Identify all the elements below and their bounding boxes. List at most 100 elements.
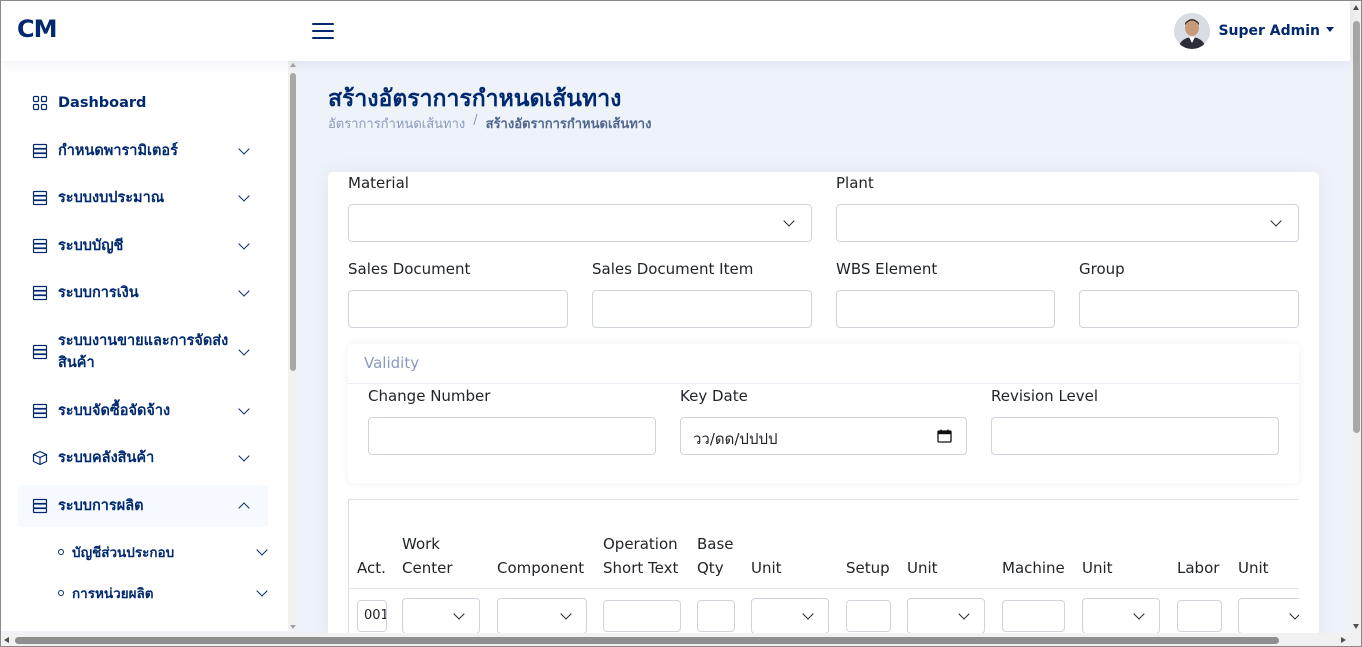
wbs-element-input[interactable] (836, 290, 1055, 328)
chevron-down-icon (1133, 608, 1145, 620)
sidebar-scrollbar[interactable] (288, 61, 298, 631)
chevron-down-icon (238, 143, 250, 155)
act-input[interactable]: 0010 (357, 600, 387, 632)
material-select[interactable] (348, 204, 812, 242)
page-horizontal-scrollbar[interactable] (1, 633, 1361, 646)
page-vertical-scrollbar[interactable] (1350, 1, 1361, 633)
plant-select[interactable] (836, 204, 1299, 242)
scroll-up-icon[interactable] (1353, 5, 1359, 10)
scrollbar-thumb[interactable] (15, 637, 1279, 644)
chevron-down-icon (238, 190, 250, 202)
server-icon (32, 498, 48, 514)
group-input[interactable] (1079, 290, 1299, 328)
sidebar-item-label: Dashboard (58, 95, 147, 111)
wbs-element-label: WBS Element (836, 260, 938, 278)
bullet-icon (58, 549, 64, 555)
sidebar-item-warehouse[interactable]: ระบบคลังสินค้า (18, 446, 268, 470)
scrollbar-thumb[interactable] (290, 73, 296, 371)
machine-input[interactable] (1002, 600, 1065, 632)
sidebar-item-label: ระบบงานขายและการจัดส่งสินค้า (58, 333, 229, 371)
chevron-down-icon (560, 608, 572, 620)
chevron-down-icon (1289, 608, 1299, 620)
sales-document-label: Sales Document (348, 260, 471, 278)
sidebar-subitem-work-center[interactable]: การหน่วยผลิต (18, 582, 272, 604)
sidebar-item-label: ระบบการเงิน (58, 285, 139, 301)
box-icon (32, 450, 48, 466)
work-center-select[interactable] (402, 598, 480, 634)
validity-title: Validity (364, 354, 420, 372)
avatar (1174, 13, 1211, 49)
unit-select[interactable] (751, 598, 829, 634)
scroll-down-icon[interactable] (1353, 624, 1359, 629)
hamburger-menu-icon[interactable] (312, 21, 336, 41)
server-icon (32, 403, 48, 419)
key-date-label: Key Date (680, 387, 748, 405)
server-icon (32, 238, 48, 254)
machine-unit-select[interactable] (1082, 598, 1160, 634)
server-icon (32, 190, 48, 206)
chevron-down-icon (238, 403, 250, 415)
sidebar-item-production[interactable]: ระบบการผลิต (18, 485, 268, 527)
material-label: Material (348, 174, 409, 192)
table-header-cell: Unit (1074, 500, 1170, 589)
table-header-cell: Unit (1230, 500, 1299, 589)
sales-document-input[interactable] (348, 290, 568, 328)
sidebar-subitem-label: บัญชีส่วนประกอบ (72, 545, 175, 561)
validity-card: Validity (348, 344, 1299, 483)
act-value: 0010 (364, 608, 386, 623)
sidebar-item-dashboard[interactable]: Dashboard (18, 91, 268, 115)
chevron-down-icon (256, 585, 268, 597)
scroll-right-icon[interactable] (1341, 637, 1346, 643)
component-select[interactable] (497, 598, 587, 634)
sidebar-item-procurement[interactable]: ระบบจัดซื้อจัดจ้าง (18, 399, 268, 423)
change-number-label: Change Number (368, 387, 491, 405)
operation-text-input[interactable] (603, 600, 681, 632)
chevron-down-icon (958, 608, 970, 620)
user-name: Super Admin (1218, 23, 1320, 39)
setup-unit-select[interactable] (907, 598, 985, 634)
table-header-cell: Machine (994, 500, 1075, 589)
key-date-input[interactable]: วว/ดด/ปปปป (680, 417, 967, 455)
scroll-left-icon[interactable] (4, 637, 9, 643)
breadcrumb-link[interactable]: อัตราการกำหนดเส้นทาง (328, 113, 465, 134)
calendar-icon[interactable] (937, 429, 952, 443)
user-profile-dropdown[interactable]: Super Admin (1174, 13, 1334, 49)
sales-document-item-input[interactable] (592, 290, 812, 328)
chevron-down-icon (453, 608, 465, 620)
sidebar-item-parameters[interactable]: กำหนดพารามิเตอร์ (18, 139, 268, 163)
scrollbar-thumb[interactable] (1353, 21, 1360, 433)
sidebar-item-finance[interactable]: ระบบการเงิน (18, 281, 268, 305)
chevron-down-icon (256, 544, 268, 556)
setup-input[interactable] (846, 600, 891, 632)
table-header-cell: Act. (348, 500, 395, 589)
app-window: CM Super Admin Dashboard กำหนดพารามิเตอร… (0, 0, 1362, 647)
table-header-cell: Base Qty (689, 500, 744, 589)
labor-input[interactable] (1177, 600, 1222, 632)
table-cell (1074, 589, 1170, 635)
breadcrumb-current: สร้างอัตราการกำหนดเส้นทาง (485, 117, 652, 132)
table-header-cell: Component (489, 500, 596, 589)
revision-level-input[interactable] (991, 417, 1279, 455)
plant-label: Plant (836, 174, 874, 192)
logo[interactable]: CM (17, 15, 57, 43)
sidebar-item-budget[interactable]: ระบบงบประมาณ (18, 186, 268, 210)
caret-down-icon (1326, 26, 1334, 32)
sidebar-subitem-label: การหน่วยผลิต (72, 586, 154, 602)
sidebar-item-sales-distribution[interactable]: ระบบงานขายและการจัดส่งสินค้า (18, 329, 268, 375)
grid-icon (32, 95, 48, 111)
table-cell (743, 589, 839, 635)
scroll-up-icon[interactable] (290, 63, 296, 67)
table-cell (838, 589, 900, 635)
chevron-down-icon (238, 450, 250, 462)
labor-unit-select[interactable] (1238, 598, 1299, 634)
revision-level-label: Revision Level (991, 387, 1099, 405)
sidebar-item-label: ระบบจัดซื้อจัดจ้าง (58, 403, 171, 419)
server-icon (32, 285, 48, 301)
change-number-input[interactable] (368, 417, 656, 455)
table-header-cell: Work Center (394, 500, 490, 589)
scroll-down-icon[interactable] (290, 625, 296, 629)
base-qty-input[interactable] (697, 600, 735, 632)
sidebar-item-accounting[interactable]: ระบบบัญชี (18, 234, 268, 258)
table-cell: 0010 (348, 589, 395, 635)
sidebar-subitem-bom[interactable]: บัญชีส่วนประกอบ (18, 541, 272, 563)
